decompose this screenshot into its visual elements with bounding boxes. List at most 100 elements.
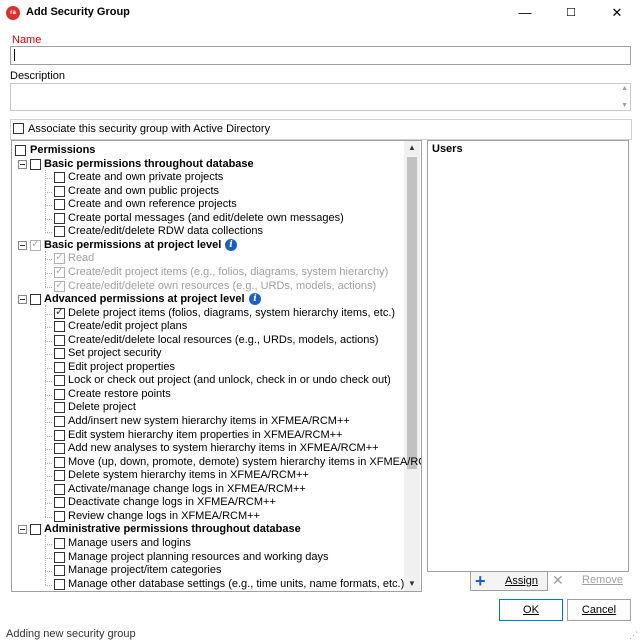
checkmark-icon: ✓ (55, 264, 65, 277)
permission-item[interactable]: Delete project (12, 401, 402, 414)
permission-item[interactable]: Edit project properties (12, 361, 402, 374)
remove-button[interactable]: ✕ Remove (548, 571, 626, 589)
permission-item[interactable]: Set project security (12, 347, 402, 360)
permission-item-checkbox[interactable] (54, 199, 65, 211)
tree-connector (45, 584, 52, 586)
permission-item-checkbox[interactable] (54, 321, 65, 333)
permission-item-checkbox[interactable] (54, 375, 65, 387)
permission-item-checkbox[interactable] (54, 510, 65, 522)
permission-item-checkbox[interactable] (54, 443, 65, 455)
permission-item-checkbox[interactable] (54, 172, 65, 184)
permission-item-checkbox[interactable] (54, 551, 65, 563)
close-button[interactable]: ✕ (594, 0, 640, 26)
info-icon[interactable]: i (249, 293, 261, 306)
permission-item-checkbox[interactable] (54, 185, 65, 197)
tree-connector (45, 218, 52, 220)
tree-connector (45, 367, 52, 369)
permission-item-checkbox[interactable] (54, 416, 65, 427)
permission-item-checkbox[interactable] (54, 226, 65, 238)
minimize-button[interactable]: — (502, 0, 548, 26)
text-caret (14, 49, 15, 61)
permission-item-checkbox[interactable] (54, 456, 65, 468)
permission-item-checkbox[interactable] (54, 388, 65, 400)
tree-connector (45, 503, 52, 505)
permission-item-checkbox[interactable] (54, 402, 65, 414)
permission-item[interactable]: Lock or check out project (and unlock, c… (12, 374, 402, 387)
permission-group-checkbox[interactable] (30, 294, 41, 306)
permission-item[interactable]: Create and own reference projects (12, 198, 402, 211)
permission-item[interactable]: Create restore points (12, 388, 402, 401)
scroll-up-arrow-icon[interactable]: ▲ (404, 141, 420, 155)
permission-item[interactable]: Create and own private projects (12, 171, 402, 184)
permission-item: ✓ Create/edit project items (e.g., folios… (12, 264, 402, 279)
permission-item[interactable]: Activate/manage change logs in XFMEA/RCM… (12, 483, 402, 496)
permission-item-checkbox[interactable] (54, 361, 65, 373)
scroll-down-icon[interactable]: ▼ (621, 102, 628, 109)
permission-item[interactable]: Create/edit/delete RDW data collections (12, 225, 402, 238)
permission-item-checkbox[interactable] (54, 537, 65, 549)
permission-item[interactable]: Create and own public projects (12, 185, 402, 198)
permission-group-checkbox[interactable] (30, 158, 41, 170)
collapse-icon[interactable] (18, 159, 27, 169)
scrollbar-thumb[interactable] (407, 157, 417, 469)
permission-item-checkbox: ✓ (54, 264, 65, 278)
permission-item-label: Add/insert new system hierarchy items in… (68, 415, 350, 427)
permission-item[interactable]: Edit system hierarchy item properties in… (12, 429, 402, 442)
permission-item-checkbox[interactable] (54, 470, 65, 482)
collapse-icon[interactable] (18, 525, 27, 535)
permissions-scrollbar[interactable]: ▲ ▼ (404, 141, 420, 591)
permissions-all-checkbox[interactable] (15, 145, 26, 156)
assign-button[interactable]: + Assign (470, 571, 548, 591)
collapse-icon[interactable] (18, 240, 27, 250)
scroll-down-arrow-icon[interactable]: ▼ (404, 577, 420, 591)
permission-item[interactable]: Manage users and logins (12, 537, 402, 550)
permission-item-label: Create/edit/delete local resources (e.g.… (68, 333, 379, 346)
permission-item-label: Create and own private projects (68, 171, 224, 184)
permission-item-checkbox[interactable] (54, 334, 65, 346)
permission-item-label: Create portal messages (and edit/delete … (68, 211, 344, 224)
permission-item-checkbox[interactable] (54, 429, 65, 441)
permission-item[interactable]: Move (up, down, promote, demote) system … (12, 456, 421, 469)
permission-item-label: Manage project planning resources and wo… (68, 550, 329, 563)
permission-item[interactable]: Manage other database settings (e.g., ti… (12, 578, 404, 591)
permission-item-checkbox[interactable] (54, 565, 65, 577)
maximize-button[interactable]: ☐ (548, 0, 594, 26)
permission-item[interactable]: Deactivate change logs in XFMEA/RCM++ (12, 496, 402, 509)
permission-item-checkbox[interactable] (54, 348, 65, 360)
permission-item-label: Manage users and logins (68, 536, 191, 549)
permission-item[interactable]: Add/insert new system hierarchy items in… (12, 415, 402, 428)
permission-item[interactable]: Delete system hierarchy items in XFMEA/R… (12, 469, 402, 482)
permission-item-checkbox[interactable]: ✓ (54, 306, 65, 319)
permission-item[interactable]: ✓ Delete project items (folios, diagrams,… (12, 306, 402, 320)
ok-button[interactable]: OK (499, 599, 563, 621)
permission-item-checkbox[interactable] (54, 212, 65, 224)
permission-item-checkbox[interactable] (54, 497, 65, 509)
collapse-icon[interactable] (18, 295, 27, 305)
permission-item-label: Create/edit project items (e.g., folios,… (68, 265, 389, 278)
permission-item[interactable]: Create/edit/delete local resources (e.g.… (12, 334, 402, 347)
tree-connector (45, 232, 52, 234)
permission-group-checkbox[interactable] (30, 524, 41, 536)
tree-connector (45, 286, 52, 288)
permission-item[interactable]: Create/edit project plans (12, 320, 402, 333)
description-input[interactable]: ▲ ▼ (10, 83, 631, 111)
info-icon[interactable]: i (225, 238, 237, 251)
permission-item[interactable]: Review change logs in XFMEA/RCM++ (12, 510, 402, 523)
tree-connector (45, 169, 46, 233)
resize-grip-icon[interactable]: ⋰ (629, 630, 638, 641)
cancel-button[interactable]: Cancel (567, 599, 631, 621)
active-directory-checkbox[interactable] (13, 123, 24, 134)
permission-item[interactable]: Add new analyses to system hierarchy ite… (12, 442, 402, 455)
scroll-up-icon[interactable]: ▲ (621, 85, 628, 92)
permissions-tree[interactable]: ▲ ▼ Permissions Basic permissions through… (11, 140, 422, 592)
permission-item[interactable]: Manage project/item categories (12, 564, 402, 577)
permission-item[interactable]: Manage project planning resources and wo… (12, 551, 402, 564)
tree-connector (45, 408, 52, 410)
permission-item-checkbox[interactable] (54, 483, 65, 495)
description-label: Description (10, 70, 66, 82)
users-list[interactable]: Users (427, 140, 629, 572)
permission-item-checkbox[interactable] (54, 578, 65, 590)
name-input[interactable] (10, 46, 631, 65)
tree-connector (45, 305, 46, 518)
permission-item[interactable]: Create portal messages (and edit/delete … (12, 212, 402, 225)
